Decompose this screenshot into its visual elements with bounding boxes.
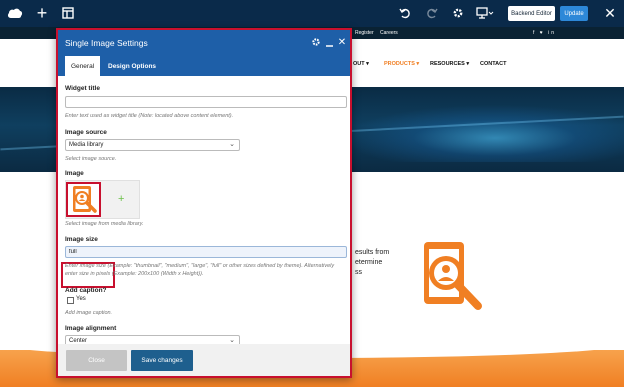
background-text-line: etermine [355, 259, 383, 266]
image-source-label: Image source [65, 129, 107, 136]
background-text-line: ss [355, 269, 362, 276]
register-link[interactable]: Register [355, 30, 374, 36]
plus-icon[interactable]: + [33, 4, 51, 22]
add-caption-label: Add caption? [65, 287, 107, 294]
backend-editor-button[interactable]: Backend Editor [508, 6, 555, 21]
chevron-down-icon: ⌄ [229, 141, 235, 148]
close-icon[interactable]: ✕ [601, 4, 619, 22]
update-button[interactable]: Update [560, 6, 588, 21]
nav-item-about[interactable]: OUT ▾ [353, 61, 369, 67]
modal-footer: Close Save changes [58, 344, 350, 376]
tab-design-options[interactable]: Design Options [102, 56, 162, 76]
nav-item-contact[interactable]: CONTACT [480, 61, 506, 67]
image-alignment-label: Image alignment [65, 325, 117, 332]
gear-icon[interactable] [310, 36, 322, 48]
gear-icon[interactable] [449, 4, 467, 22]
editor-toolbar: + Backend Editor Update ✕ [0, 0, 624, 27]
image-source-help: Select image source. [65, 156, 117, 162]
image-size-input[interactable] [65, 246, 347, 258]
chevron-down-icon: ⌄ [229, 337, 235, 344]
undo-icon[interactable] [396, 4, 414, 22]
background-text-line: esults from [355, 249, 390, 256]
close-icon[interactable]: ✕ [336, 36, 348, 48]
layout-icon[interactable] [59, 4, 77, 22]
tab-general[interactable]: General [65, 56, 101, 76]
widget-title-input[interactable] [65, 96, 347, 108]
cloud-logo-icon[interactable] [6, 4, 24, 22]
image-source-value: Media library [69, 142, 104, 148]
user-search-icon [420, 240, 490, 320]
social-icons[interactable]: f ♥ in [533, 30, 556, 36]
monitor-icon[interactable] [474, 4, 496, 22]
image-label: Image [65, 170, 84, 177]
add-caption-help: Add image caption. [65, 310, 113, 316]
site-top-links: Register Careers [355, 30, 403, 36]
careers-link[interactable]: Careers [380, 30, 398, 36]
widget-title-label: Widget title [65, 85, 100, 92]
close-button[interactable]: Close [66, 350, 127, 371]
image-source-select[interactable]: Media library ⌄ [65, 139, 240, 151]
modal-header: Single Image Settings ✕ General Design O… [58, 30, 350, 76]
modal-title: Single Image Settings [65, 38, 148, 48]
nav-item-resources[interactable]: RESOURCES ▾ [430, 61, 469, 67]
modal-body: Widget title Enter text used as widget t… [58, 76, 350, 346]
image-help: Select image from media library. [65, 221, 144, 227]
add-image-plus-icon[interactable]: + [118, 193, 124, 205]
redo-icon[interactable] [423, 4, 441, 22]
nav-item-products[interactable]: PRODUCTS ▾ [384, 61, 419, 67]
image-size-help: Enter image size (Example: "thumbnail", … [65, 263, 335, 277]
image-size-label: Image size [65, 236, 98, 243]
single-image-settings-modal: Single Image Settings ✕ General Design O… [56, 28, 352, 378]
minimize-icon[interactable] [323, 36, 335, 48]
selected-image-thumbnail[interactable] [66, 182, 101, 217]
hero-graphic [330, 102, 624, 162]
add-caption-checkbox[interactable] [67, 297, 74, 304]
add-caption-option: Yes [76, 296, 86, 302]
save-changes-button[interactable]: Save changes [131, 350, 193, 371]
widget-title-help: Enter text used as widget title (Note: l… [65, 113, 234, 119]
